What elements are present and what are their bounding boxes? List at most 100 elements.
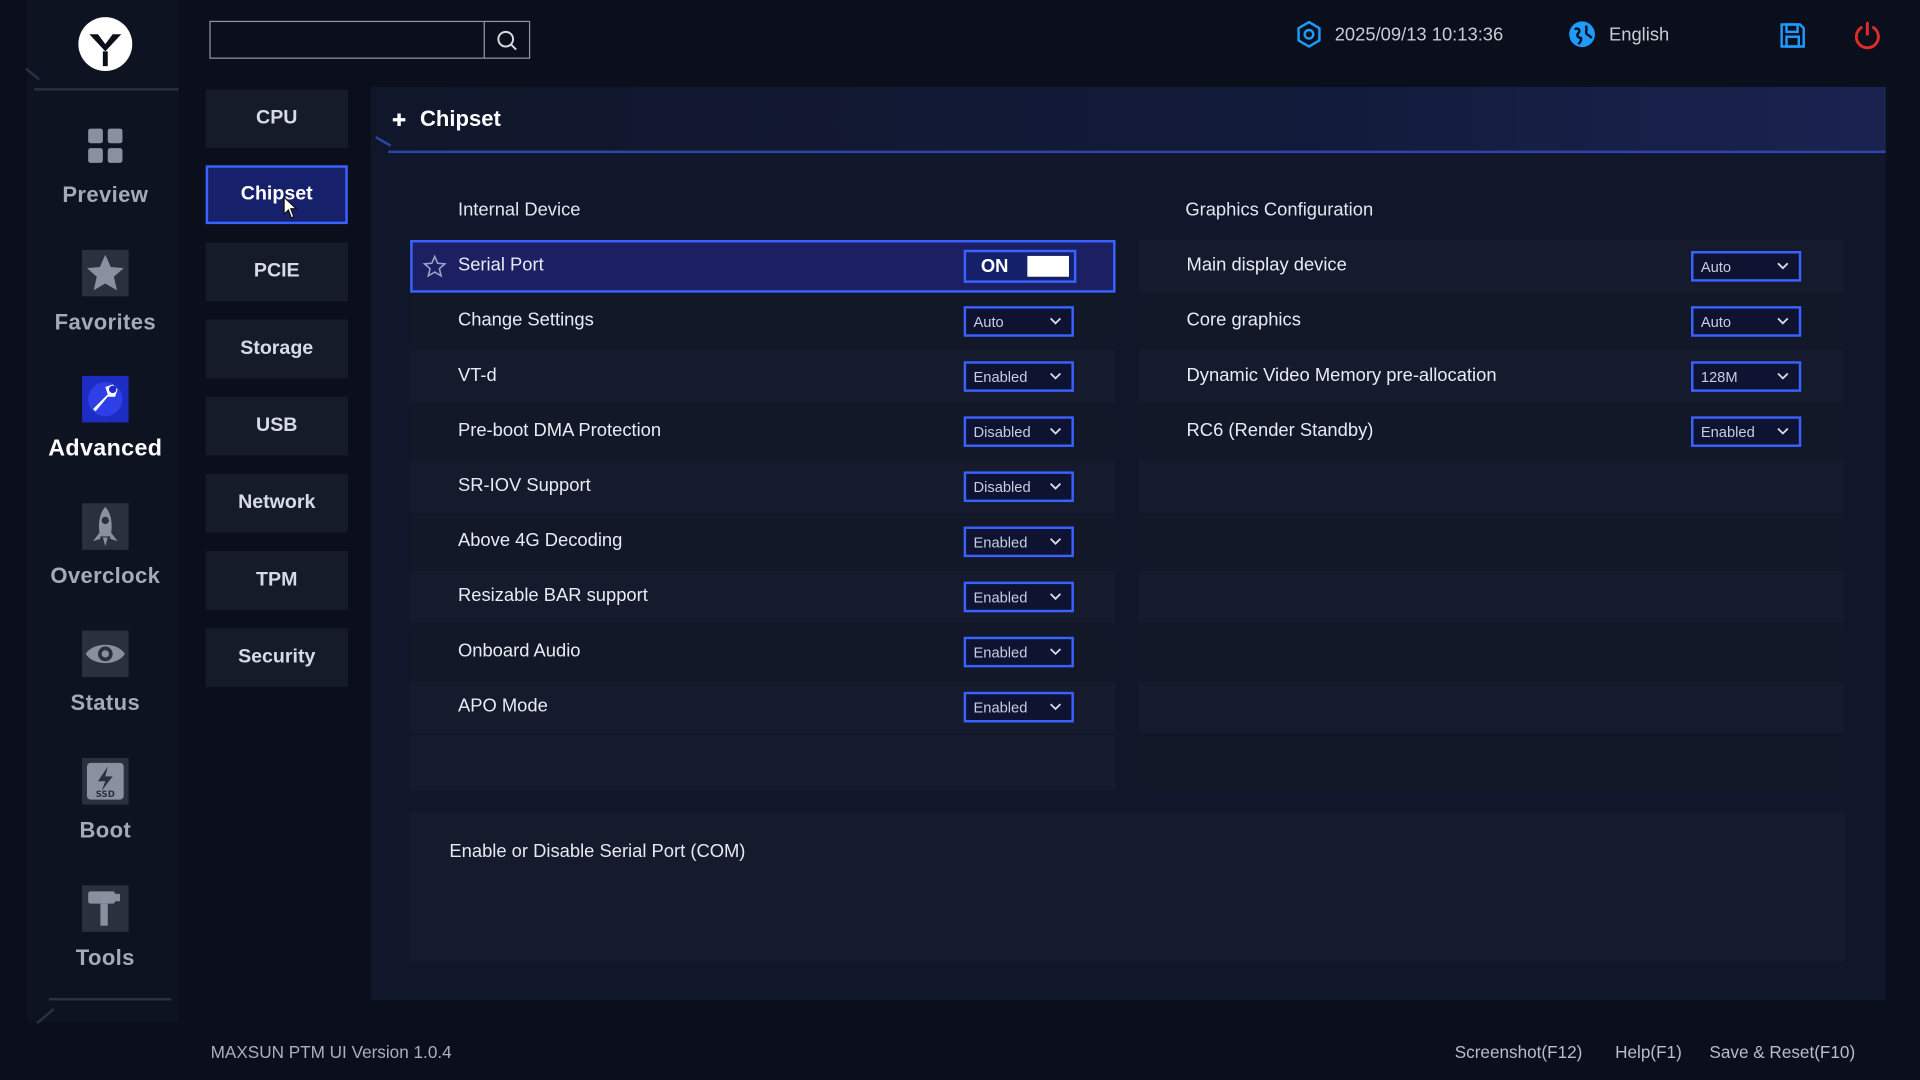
empty-row [410,735,1116,792]
submenu-cpu[interactable]: CPU [205,89,348,149]
setting-dropdown[interactable]: Auto [1691,251,1802,282]
submenu-label: Security [238,646,316,668]
section-title-graphics: Graphics Configuration [1185,199,1374,221]
chevron-down-icon [1777,372,1789,380]
search-input[interactable] [209,20,485,59]
nav-preview[interactable]: Preview [37,119,174,232]
submenu-label: TPM [256,569,298,591]
setting-row-onboard-audio[interactable]: Onboard Audio Enabled [410,625,1116,679]
dropdown-value: 128M [1700,367,1738,386]
rail-divider-bottom [48,997,172,1001]
nav-favorites[interactable]: Favorites [37,246,174,359]
star-icon [82,249,129,297]
empty-row [1138,460,1845,514]
setting-row-core-graphics[interactable]: Core graphics Auto [1138,295,1845,348]
setting-row-change-settings[interactable]: Change Settings Auto [410,295,1116,348]
submenu-chipset[interactable]: Chipset [205,165,348,225]
toggle-knob [1027,255,1069,277]
setting-row-resizable-bar-support[interactable]: Resizable BAR support Enabled [410,570,1116,624]
submenu-label: Storage [240,337,314,359]
submenu-label: Chipset [240,183,313,205]
setting-row-vt-d[interactable]: VT-d Enabled [410,350,1116,403]
chevron-down-icon [1777,427,1789,435]
setting-dropdown[interactable]: Auto [1691,306,1802,337]
setting-label: Above 4G Decoding [457,530,623,552]
setting-dropdown[interactable]: 128M [1691,361,1802,392]
wrench-icon [82,375,129,423]
setting-dropdown[interactable]: Enabled [963,691,1074,723]
datetime-display: 2025/09/13 10:13:36 [1296,20,1504,49]
dropdown-value: Disabled [973,478,1031,496]
chevron-down-icon [1049,648,1062,656]
setting-dropdown[interactable]: Enabled [963,636,1074,668]
nav-boot[interactable]: SSD Boot [37,754,174,867]
setting-dropdown[interactable]: Auto [963,306,1074,337]
language-text: English [1608,23,1670,45]
nav-label: Preview [62,182,149,207]
favorite-star-icon[interactable] [422,254,447,279]
setting-dropdown[interactable]: Disabled [963,471,1074,503]
setting-dropdown[interactable]: Enabled [963,526,1074,558]
dropdown-value: Auto [1700,257,1732,275]
nav-overclock[interactable]: Overclock [37,500,174,613]
help-text: Enable or Disable Serial Port (COM) [449,841,746,863]
setting-row-pre-boot-dma-protection[interactable]: Pre-boot DMA Protection Disabled [410,405,1116,458]
setting-row-main-display-device[interactable]: Main display device Auto [1138,240,1845,293]
empty-row [1138,515,1845,569]
setting-row-above-4g-decoding[interactable]: Above 4G Decoding Enabled [410,515,1116,569]
grid-icon [88,128,123,163]
submenu-label: Network [238,492,316,514]
setting-row-rc6-render-standby[interactable]: RC6 (Render Standby) Enabled [1138,405,1845,458]
setting-dropdown[interactable]: Disabled [963,416,1074,447]
toggle-state: ON [980,255,1009,277]
setting-dropdown[interactable]: Enabled [963,581,1074,613]
setting-label: Change Settings [457,309,594,331]
setting-row-apo-mode[interactable]: APO Mode Enabled [410,680,1116,734]
submenu-network[interactable]: Network [205,473,348,533]
screenshot-button[interactable]: Screenshot(F12) [1455,1042,1583,1062]
serial-port-toggle[interactable]: ON [963,249,1077,283]
hammer-icon [82,885,129,932]
setting-label: Dynamic Video Memory pre-allocation [1186,364,1497,386]
nav-label: Advanced [48,435,163,462]
nav-status[interactable]: Status [37,627,174,740]
version-text: MAXSUN PTM UI Version 1.0.4 [210,1042,452,1062]
language-selector[interactable]: English [1567,20,1669,49]
nav-label: Tools [75,945,135,970]
nav-label: Favorites [54,309,156,335]
setting-label: APO Mode [457,695,548,717]
datetime-text: 2025/09/13 10:13:36 [1334,23,1504,45]
setting-row-sr-iov-support[interactable]: SR-IOV Support Disabled [410,460,1116,514]
setting-label: Onboard Audio [457,640,581,662]
globe-icon [1569,21,1595,48]
empty-row [1138,680,1845,734]
submenu-usb[interactable]: USB [205,396,348,456]
panel-title: Chipset [420,106,501,132]
mouse-cursor-icon [283,195,298,219]
setting-label: Serial Port [457,254,544,276]
setting-row-dynamic-video-memory-pre-allocation[interactable]: Dynamic Video Memory pre-allocation 128M [1138,350,1845,403]
chevron-down-icon [1049,538,1062,545]
nav-label: Status [70,690,141,716]
chevron-down-icon [1049,317,1062,325]
nav-label: Overclock [50,563,161,588]
nav-tools[interactable]: Tools [37,882,174,995]
submenu-tpm[interactable]: TPM [205,551,348,610]
save-icon[interactable] [1778,21,1807,50]
section-title-internal-device: Internal Device [457,199,581,221]
nav-label: Boot [79,817,132,843]
setting-label: Core graphics [1186,309,1301,331]
help-button[interactable]: Help(F1) [1615,1042,1682,1062]
setting-dropdown[interactable]: Enabled [963,361,1074,392]
nav-advanced[interactable]: Advanced [37,372,174,485]
bios-window: Preview Favorites Advanced Overclock Sta… [0,0,1920,1080]
power-icon[interactable] [1851,20,1883,52]
save-reset-button[interactable]: Save & Reset(F10) [1709,1042,1855,1062]
setting-row-serial-port[interactable]: Serial Port ON [410,240,1116,293]
search-button[interactable] [483,20,531,59]
submenu-storage[interactable]: Storage [205,319,348,379]
submenu-security[interactable]: Security [205,628,348,687]
submenu-pcie[interactable]: PCIE [205,242,348,302]
setting-dropdown[interactable]: Enabled [1691,416,1802,447]
search-bar [209,20,531,59]
